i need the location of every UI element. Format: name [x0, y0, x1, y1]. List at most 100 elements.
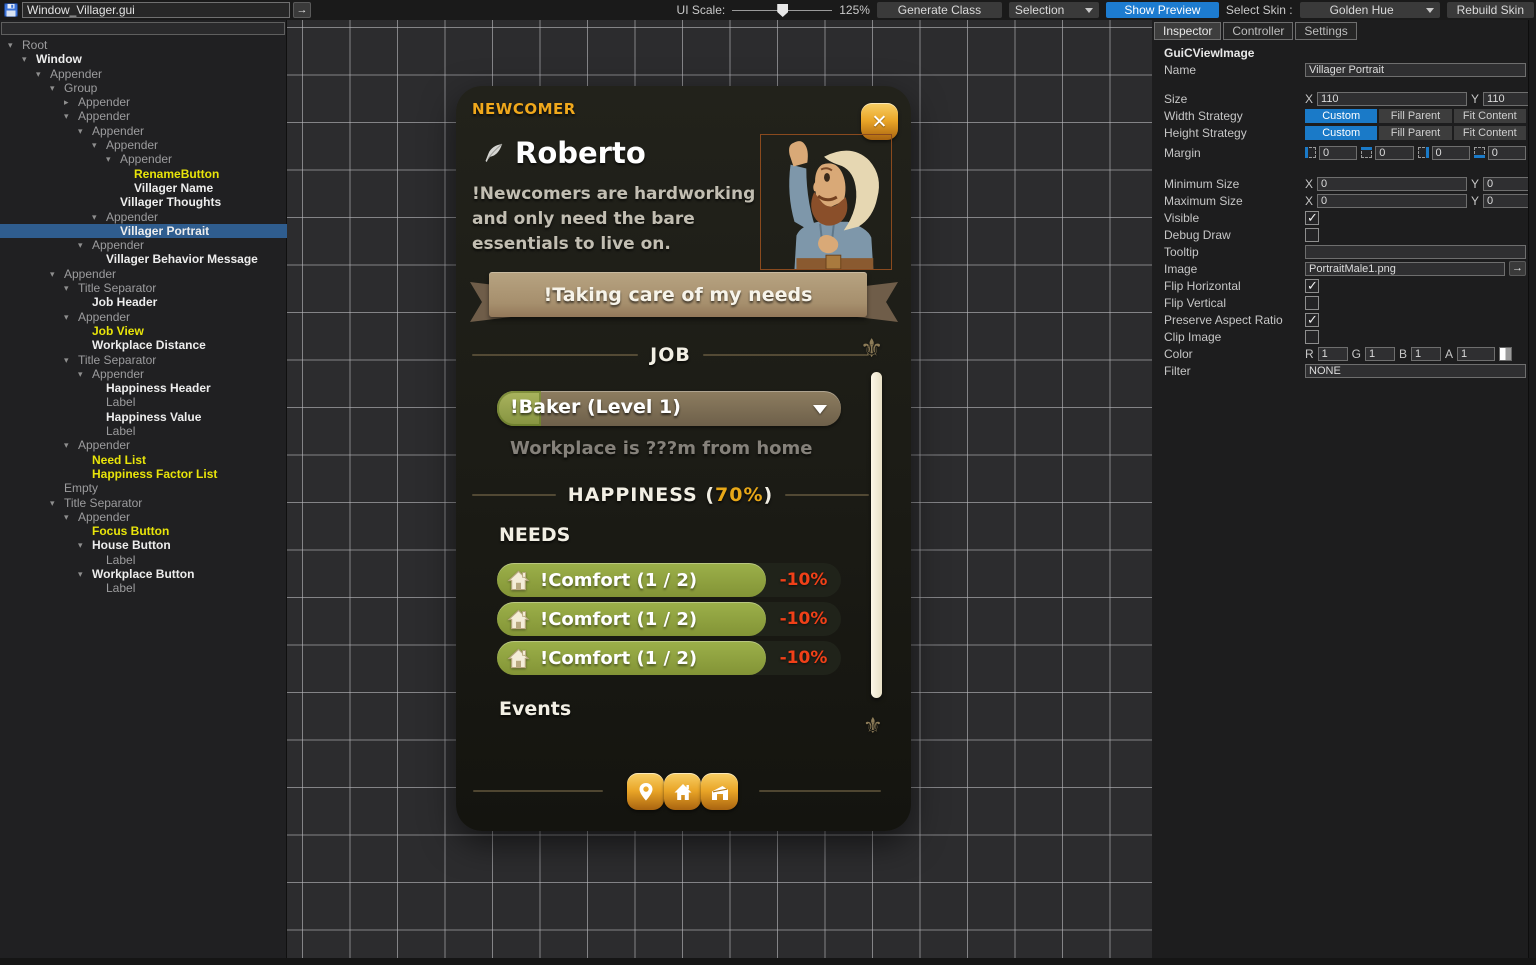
filename-input[interactable] [22, 2, 290, 18]
tooltip-field[interactable] [1305, 245, 1526, 259]
expander-open-icon[interactable]: ▾ [64, 109, 78, 123]
expander-open-icon[interactable]: ▾ [8, 38, 22, 52]
need-item[interactable]: !Comfort (1 / 2) -10% [497, 563, 841, 597]
tree-item-workplace-distance[interactable]: Workplace Distance [0, 338, 287, 352]
max-size-x-field[interactable] [1317, 194, 1467, 208]
focus-button[interactable] [627, 773, 664, 810]
tree-item-house-button[interactable]: ▾House Button [0, 538, 287, 552]
rebuild-skin-button[interactable]: Rebuild Skin [1447, 2, 1534, 18]
generate-class-button[interactable]: Generate Class [877, 2, 1002, 18]
need-item[interactable]: !Comfort (1 / 2) -10% [497, 641, 841, 675]
tree-item-appender[interactable]: ▾Appender [0, 510, 287, 524]
flip-horizontal-checkbox[interactable] [1305, 279, 1319, 293]
expander-open-icon[interactable]: ▾ [92, 210, 106, 224]
expander-open-icon[interactable]: ▾ [22, 52, 36, 66]
tree-item-happiness-factor-list[interactable]: Happiness Factor List [0, 467, 287, 481]
tree-item-renamebutton[interactable]: RenameButton [0, 167, 287, 181]
expander-open-icon[interactable]: ▾ [64, 281, 78, 295]
tree-item-job-header[interactable]: Job Header [0, 295, 287, 309]
expander-open-icon[interactable]: ▾ [50, 267, 64, 281]
expander-open-icon[interactable]: ▾ [78, 124, 92, 138]
job-dropdown[interactable]: !Baker (Level 1) [497, 391, 841, 426]
expander-closed-icon[interactable]: ▸ [64, 95, 78, 109]
tree-item-villager-thoughts[interactable]: Villager Thoughts [0, 195, 287, 209]
tree-item-happiness-value[interactable]: Happiness Value [0, 410, 287, 424]
tree-filter-input[interactable] [1, 22, 285, 35]
expander-open-icon[interactable]: ▾ [36, 67, 50, 81]
debug-draw-checkbox[interactable] [1305, 228, 1319, 242]
tab-settings[interactable]: Settings [1295, 22, 1356, 40]
tree-item-appender[interactable]: ▸Appender [0, 95, 287, 109]
color-a-field[interactable] [1457, 347, 1495, 361]
margin-left-field[interactable] [1319, 146, 1357, 160]
margin-top-field[interactable] [1375, 146, 1413, 160]
size-x-field[interactable] [1317, 92, 1467, 106]
tree-item-label[interactable]: Label [0, 395, 287, 409]
tree-item-label[interactable]: Label [0, 424, 287, 438]
tree-item-appender[interactable]: ▾Appender [0, 152, 287, 166]
tree-item-workplace-button[interactable]: ▾Workplace Button [0, 567, 287, 581]
min-size-x-field[interactable] [1317, 177, 1467, 191]
width-strategy-custom[interactable]: Custom [1305, 109, 1377, 123]
expander-open-icon[interactable]: ▾ [78, 538, 92, 552]
slider-thumb[interactable] [777, 4, 788, 17]
tree-item-appender[interactable]: ▾Appender [0, 438, 287, 452]
tree-item-appender[interactable]: ▾Appender [0, 267, 287, 281]
color-b-field[interactable] [1411, 347, 1441, 361]
expander-open-icon[interactable]: ▾ [78, 238, 92, 252]
expander-open-icon[interactable]: ▾ [64, 510, 78, 524]
tree-item-label[interactable]: Label [0, 581, 287, 595]
tree-item-appender[interactable]: ▾Appender [0, 367, 287, 381]
house-button[interactable] [664, 773, 701, 810]
expander-open-icon[interactable]: ▾ [64, 438, 78, 452]
open-file-button[interactable]: → [293, 2, 311, 18]
inspector-scrollbar[interactable] [1528, 20, 1536, 958]
tab-inspector[interactable]: Inspector [1154, 22, 1221, 40]
tree-item-window[interactable]: ▾Window [0, 52, 287, 66]
margin-bottom-field[interactable] [1488, 146, 1526, 160]
color-swatch[interactable] [1499, 347, 1512, 361]
tree-item-job-view[interactable]: Job View [0, 324, 287, 338]
workplace-button[interactable] [701, 773, 738, 810]
preserve-aspect-ratio-checkbox[interactable] [1305, 313, 1319, 327]
expander-open-icon[interactable]: ▾ [50, 81, 64, 95]
expander-open-icon[interactable]: ▾ [64, 353, 78, 367]
width-strategy-fit-content[interactable]: Fit Content [1454, 109, 1526, 123]
tree-item-label[interactable]: Label [0, 553, 287, 567]
browse-image-button[interactable]: → [1509, 261, 1526, 276]
need-item[interactable]: !Comfort (1 / 2) -10% [497, 602, 841, 636]
image-field[interactable] [1305, 262, 1505, 276]
tree-item-appender[interactable]: ▾Appender [0, 109, 287, 123]
tree-item-title-separator[interactable]: ▾Title Separator [0, 353, 287, 367]
tab-controller[interactable]: Controller [1223, 22, 1293, 40]
tree-item-empty[interactable]: Empty [0, 481, 287, 495]
height-strategy-custom[interactable]: Custom [1305, 126, 1377, 140]
tree-item-appender[interactable]: ▾Appender [0, 124, 287, 138]
ui-scale-slider[interactable] [732, 2, 832, 18]
villager-portrait-image[interactable] [760, 134, 892, 270]
clip-image-checkbox[interactable] [1305, 330, 1319, 344]
tree-item-villager-portrait[interactable]: Villager Portrait [0, 224, 287, 238]
color-r-field[interactable] [1318, 347, 1348, 361]
tree-item-need-list[interactable]: Need List [0, 453, 287, 467]
tree-item-villager-behavior-message[interactable]: Villager Behavior Message [0, 252, 287, 266]
tree-item-title-separator[interactable]: ▾Title Separator [0, 496, 287, 510]
skin-dropdown[interactable]: Golden Hue [1300, 2, 1440, 18]
preview-scrollbar[interactable] [871, 372, 882, 698]
flip-vertical-checkbox[interactable] [1305, 296, 1319, 310]
height-strategy-fill-parent[interactable]: Fill Parent [1379, 126, 1451, 140]
tree-item-appender[interactable]: ▾Appender [0, 310, 287, 324]
tree-item-appender[interactable]: ▾Appender [0, 238, 287, 252]
expander-open-icon[interactable]: ▾ [64, 310, 78, 324]
visible-checkbox[interactable] [1305, 211, 1319, 225]
tree-item-appender[interactable]: ▾Appender [0, 67, 287, 81]
show-preview-button[interactable]: Show Preview [1106, 2, 1219, 18]
tree-item-focus-button[interactable]: Focus Button [0, 524, 287, 538]
tree-item-villager-name[interactable]: Villager Name [0, 181, 287, 195]
expander-open-icon[interactable]: ▾ [106, 152, 120, 166]
name-field[interactable] [1305, 63, 1526, 77]
height-strategy-fit-content[interactable]: Fit Content [1454, 126, 1526, 140]
tree-item-happiness-header[interactable]: Happiness Header [0, 381, 287, 395]
tree-item-title-separator[interactable]: ▾Title Separator [0, 281, 287, 295]
expander-open-icon[interactable]: ▾ [50, 496, 64, 510]
